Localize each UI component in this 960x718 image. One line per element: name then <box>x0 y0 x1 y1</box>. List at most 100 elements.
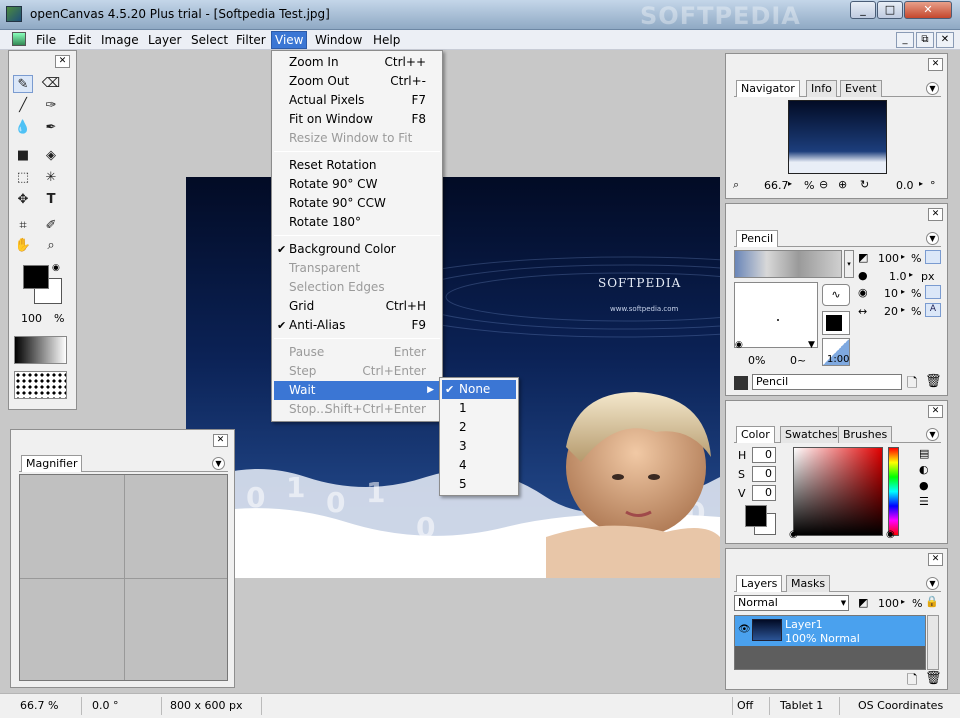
doc-close-button[interactable]: ✕ <box>936 32 954 48</box>
tab-swatches[interactable]: Swatches <box>780 426 843 443</box>
tab-pencil[interactable]: Pencil <box>736 230 779 247</box>
navigator-menu-button[interactable]: ▼ <box>926 82 939 95</box>
zoom-tool-icon[interactable]: ⌕ <box>41 237 61 255</box>
navigator-zoom-icon[interactable]: ⌕ <box>733 178 739 192</box>
pen-tool-icon[interactable]: ✎ <box>13 75 33 93</box>
pencil-blend-value[interactable]: 20 <box>884 305 898 318</box>
menu-item-rotate-cw[interactable]: Rotate 90° CW <box>274 175 440 194</box>
delete-brush-icon[interactable]: 🗑 <box>925 374 942 389</box>
preview-left-icon[interactable]: ◉ <box>735 340 743 350</box>
blend-mode-dropdown-icon[interactable]: ▼ <box>839 596 848 610</box>
pencil-color-box[interactable] <box>822 311 850 335</box>
submenu-item-5[interactable]: 5 <box>442 475 516 494</box>
brush-tool-icon[interactable]: ╱ <box>13 97 33 115</box>
eraser-tool-icon[interactable]: ⌫ <box>41 75 61 93</box>
pencil-close-button[interactable]: ✕ <box>928 208 943 221</box>
visibility-eye-icon[interactable]: 👁 <box>738 624 751 635</box>
pencil-size-stepper-icon[interactable]: ▸ <box>901 252 905 261</box>
hue-slider-handle-icon[interactable]: ◉ <box>886 529 895 540</box>
menu-item-reset-rotation[interactable]: Reset Rotation <box>274 156 440 175</box>
rotate-icon[interactable]: ↻ <box>860 178 869 191</box>
submenu-item-none[interactable]: ✔ None <box>442 380 516 399</box>
menu-item-stop[interactable]: Stop... Shift+Ctrl+Enter <box>274 400 440 419</box>
tab-navigator[interactable]: Navigator <box>736 80 800 97</box>
color-mode-icon[interactable]: ▤ <box>919 447 929 460</box>
pencil-blend-stepper-icon[interactable]: ▸ <box>901 305 905 314</box>
brush-preset-strip[interactable] <box>734 250 842 278</box>
submenu-item-1[interactable]: 1 <box>442 399 516 418</box>
navigator-zoom-stepper-icon[interactable]: ▸ <box>788 179 792 188</box>
eyedropper-tool-icon[interactable]: ✐ <box>41 217 61 235</box>
text-tool-icon[interactable]: T <box>41 191 61 209</box>
color-wheel-icon[interactable]: ◐ <box>919 463 929 476</box>
hue-slider[interactable] <box>888 447 899 536</box>
swap-colors-icon[interactable]: ◉ <box>52 263 60 273</box>
menu-item-background-color[interactable]: ✔ Background Color <box>274 240 440 259</box>
menu-select[interactable]: Select <box>191 33 228 47</box>
density-pressure-toggle[interactable] <box>925 285 941 299</box>
hand-tool-icon[interactable]: ✋ <box>13 237 33 255</box>
layer-row[interactable]: 👁 Layer1 100% Normal <box>735 616 925 646</box>
pencil-size-value[interactable]: 100 <box>878 252 899 265</box>
menu-item-selection-edges[interactable]: Selection Edges <box>274 278 440 297</box>
tab-brushes[interactable]: Brushes <box>838 426 893 443</box>
layers-menu-button[interactable]: ▼ <box>926 577 939 590</box>
menu-help[interactable]: Help <box>373 33 400 47</box>
crop-tool-icon[interactable]: ⌗ <box>13 217 33 235</box>
submenu-item-2[interactable]: 2 <box>442 418 516 437</box>
layer-opacity-value[interactable]: 100 <box>878 597 899 610</box>
color-dot-icon[interactable]: ● <box>919 479 929 492</box>
minimize-button[interactable]: _ <box>850 1 876 19</box>
pencil-density-value[interactable]: 10 <box>884 287 898 300</box>
pencil-density-stepper-icon[interactable]: ▸ <box>901 287 905 296</box>
menu-item-anti-alias[interactable]: ✔ Anti-Alias F9 <box>274 316 440 335</box>
tab-color[interactable]: Color <box>736 426 775 443</box>
size-pressure-toggle[interactable] <box>925 250 941 264</box>
menu-file[interactable]: File <box>36 33 56 47</box>
pencil-menu-button[interactable]: ▼ <box>926 232 939 245</box>
watercolor-tool-icon[interactable]: 💧 <box>13 119 33 137</box>
pencil-name-field[interactable]: Pencil <box>752 374 902 390</box>
airbrush-tool-icon[interactable]: ✑ <box>41 97 61 115</box>
menu-item-fit-on-window[interactable]: Fit on Window F8 <box>274 110 440 129</box>
bucket-tool-icon[interactable]: ◈ <box>41 147 61 165</box>
toolbox-close-button[interactable]: ✕ <box>55 55 70 68</box>
menu-item-zoom-out[interactable]: Zoom Out Ctrl+- <box>274 72 440 91</box>
sv-picker-cursor-icon[interactable]: ◉ <box>789 529 798 540</box>
menu-item-resize-window[interactable]: Resize Window to Fit <box>274 129 440 148</box>
new-brush-icon[interactable]: 🗋 <box>907 374 917 396</box>
submenu-item-4[interactable]: 4 <box>442 456 516 475</box>
selection-tool-icon[interactable]: ⬚ <box>13 169 33 187</box>
navigator-thumbnail[interactable] <box>788 100 887 174</box>
menu-item-wait[interactable]: Wait ▶ <box>274 381 440 400</box>
menu-item-pause[interactable]: Pause Enter <box>274 343 440 362</box>
zoom-out-icon[interactable]: ⊖ <box>819 178 828 191</box>
blend-mode-select[interactable]: Normal <box>734 595 849 611</box>
menu-layer[interactable]: Layer <box>148 33 181 47</box>
color-foreground-swatch[interactable] <box>745 505 767 527</box>
antialias-toggle-icon[interactable]: A <box>925 303 941 317</box>
gradient-preset[interactable] <box>14 336 67 364</box>
close-button[interactable]: ✕ <box>904 1 952 19</box>
navigator-zoom-value[interactable]: 66.7 <box>764 179 789 192</box>
v-field[interactable]: 0 <box>752 485 776 501</box>
marker-tool-icon[interactable]: ✒ <box>41 119 61 137</box>
tab-masks[interactable]: Masks <box>786 575 831 592</box>
layers-close-button[interactable]: ✕ <box>928 553 943 566</box>
foreground-color-swatch[interactable] <box>23 265 49 289</box>
menu-item-grid[interactable]: Grid Ctrl+H <box>274 297 440 316</box>
menu-view[interactable]: View <box>271 31 308 49</box>
texture-preset[interactable] <box>14 371 67 399</box>
pencil-min-stepper-icon[interactable]: ▸ <box>909 270 913 279</box>
pencil-min-value[interactable]: 1.0 <box>889 270 907 283</box>
lock-icon[interactable]: 🔒 <box>925 595 939 608</box>
menu-edit[interactable]: Edit <box>68 33 91 47</box>
tab-event[interactable]: Event <box>840 80 882 97</box>
navigator-rotation-value[interactable]: 0.0 <box>896 179 914 192</box>
doc-restore-button[interactable]: ⧉ <box>916 32 934 48</box>
saturation-value-picker[interactable] <box>793 447 883 536</box>
curve-icon[interactable]: ∿ <box>822 284 850 306</box>
maximize-button[interactable]: □ <box>877 1 903 19</box>
app-icon[interactable] <box>6 6 22 22</box>
tab-magnifier[interactable]: Magnifier <box>21 455 83 472</box>
